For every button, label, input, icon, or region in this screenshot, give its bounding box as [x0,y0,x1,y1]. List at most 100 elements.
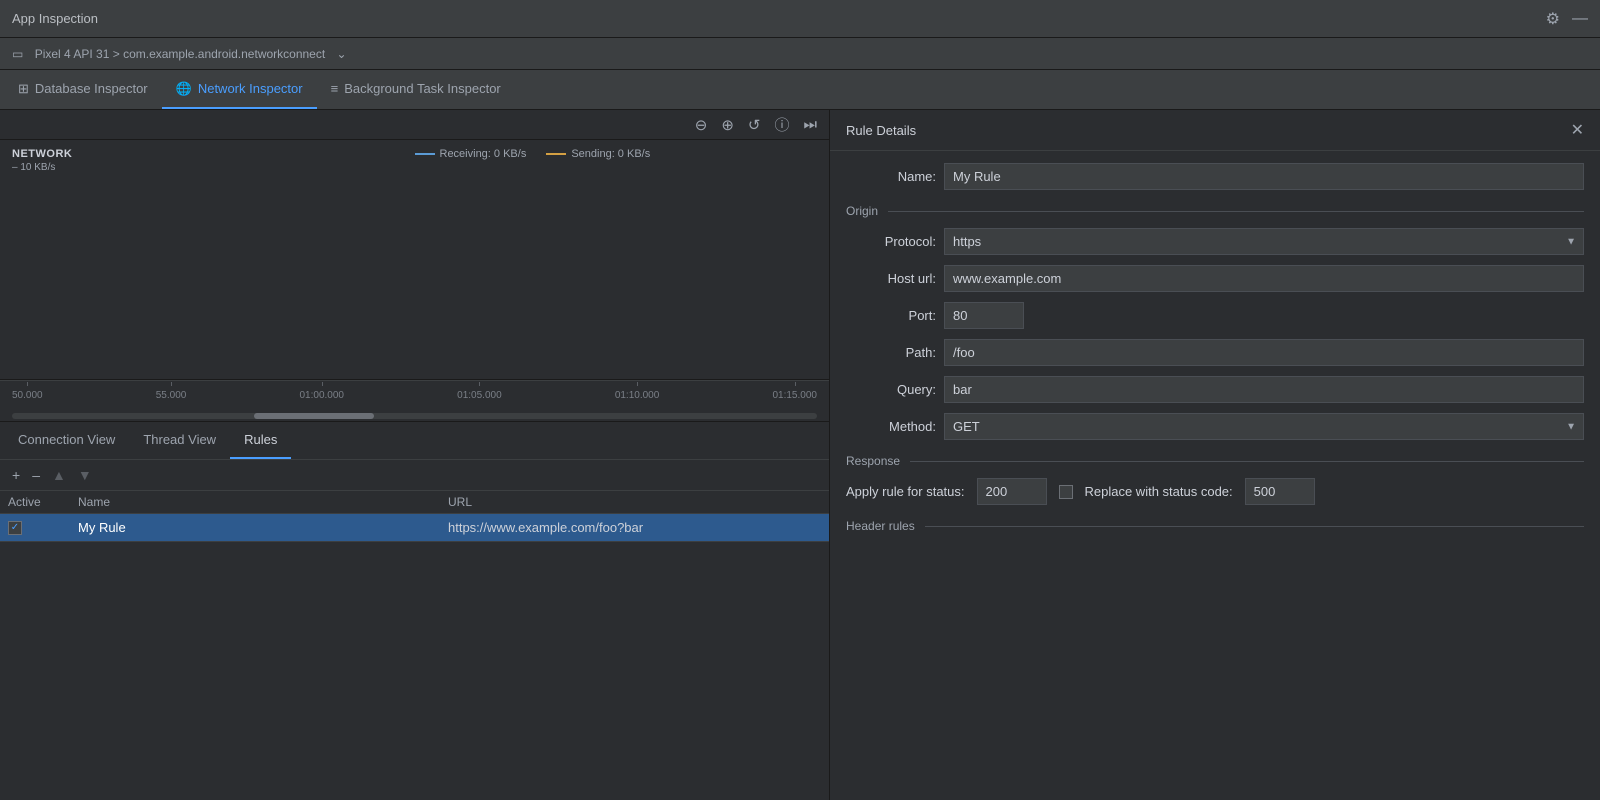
legend-sending: Sending: 0 KB/s [546,148,650,160]
replace-input[interactable] [1245,478,1315,505]
sending-line [546,153,566,155]
replace-checkbox[interactable] [1059,485,1073,499]
path-label: Path: [846,345,936,360]
remove-rule-button[interactable]: – [28,466,44,484]
path-row: Path: [846,339,1584,366]
move-down-button[interactable]: ▼ [74,466,96,484]
table-row[interactable]: ✓ My Rule https://www.example.com/foo?ba… [0,514,829,542]
rule-name: My Rule [78,520,126,535]
zoom-in-button[interactable]: ⊕ [717,114,738,136]
response-section: Response [846,454,1584,468]
method-select-wrapper: GET POST PUT DELETE any ▼ [944,413,1584,440]
host-url-input[interactable] [944,265,1584,292]
tab-network[interactable]: 🌐 Network Inspector [162,70,317,109]
col-name: Name [70,491,440,514]
right-panel: Rule Details ✕ Name: Origin Protocol: ht… [830,110,1600,800]
tab-database[interactable]: ⊞ Database Inspector [4,70,162,109]
rule-url: https://www.example.com/foo?bar [448,520,643,535]
tab-background[interactable]: ≡ Background Task Inspector [317,70,515,109]
path-input[interactable] [944,339,1584,366]
zoom-out-button[interactable]: ⊖ [691,114,712,136]
title-bar: App Inspection ⚙ — [0,0,1600,38]
host-url-label: Host url: [846,271,936,286]
scrollbar-track [12,413,817,419]
reset-button[interactable]: ↺ [744,114,765,136]
rule-details-title: Rule Details [846,123,916,138]
protocol-select[interactable]: https http any [944,228,1584,255]
method-select[interactable]: GET POST PUT DELETE any [944,413,1584,440]
tick-3: 01:05.000 [457,390,502,401]
port-label: Port: [846,308,936,323]
replace-label: Replace with status code: [1085,484,1233,499]
minimize-button[interactable]: — [1572,10,1588,28]
name-row: Name: [846,163,1584,190]
move-up-button[interactable]: ▲ [48,466,70,484]
add-rule-button[interactable]: + [8,466,24,484]
main-area: ⊖ ⊕ ↺ ⓘ ⏭ NETWORK – 10 KB/s Receiving: 0… [0,110,1600,800]
network-chart-scale: – 10 KB/s [12,162,817,173]
network-chart: NETWORK – 10 KB/s Receiving: 0 KB/s Send… [0,140,829,380]
legend-receiving: Receiving: 0 KB/s [415,148,527,160]
protocol-label: Protocol: [846,234,936,249]
apply-rule-input[interactable] [977,478,1047,505]
col-active: Active [0,491,70,514]
rule-url-cell: https://www.example.com/foo?bar [440,514,829,542]
method-label: Method: [846,419,936,434]
rules-label: Rules [244,432,277,447]
connection-view-label: Connection View [18,432,115,447]
header-rules-label: Header rules [846,519,915,533]
name-label: Name: [846,169,936,184]
response-label: Response [846,454,900,468]
col-url: URL [440,491,829,514]
protocol-row: Protocol: https http any ▼ [846,228,1584,255]
background-icon: ≡ [331,81,339,96]
rule-details-header: Rule Details ✕ [830,110,1600,151]
title-bar-right: ⚙ — [1546,9,1588,29]
query-input[interactable] [944,376,1584,403]
rule-active-cell: ✓ [0,514,70,542]
host-url-row: Host url: [846,265,1584,292]
method-row: Method: GET POST PUT DELETE any ▼ [846,413,1584,440]
rules-table: Active Name URL ✓ My Rule htt [0,491,829,800]
port-input[interactable] [944,302,1024,329]
rule-active-checkbox[interactable]: ✓ [8,521,22,535]
skip-button[interactable]: ⏭ [799,114,821,135]
rule-name-cell: My Rule [70,514,440,542]
chart-toolbar: ⊖ ⊕ ↺ ⓘ ⏭ [0,110,829,140]
origin-divider-line [888,211,1584,212]
rule-details-content: Name: Origin Protocol: https http any ▼ [830,151,1600,555]
header-rules-section: Header rules [846,519,1584,533]
database-icon: ⊞ [18,81,29,97]
scrollbar-thumb[interactable] [254,413,375,419]
tab-bar: ⊞ Database Inspector 🌐 Network Inspector… [0,70,1600,110]
protocol-select-wrapper: https http any ▼ [944,228,1584,255]
port-row: Port: [846,302,1584,329]
device-icon: ▭ [12,47,23,61]
tab-network-label: Network Inspector [198,81,303,96]
response-divider-line [910,461,1584,462]
sub-tab-rules[interactable]: Rules [230,422,291,459]
tick-1: 55.000 [156,390,187,401]
settings-icon[interactable]: ⚙ [1546,9,1560,29]
name-input[interactable] [944,163,1584,190]
sending-label: Sending: 0 KB/s [571,148,650,160]
device-chevron: ⌄ [337,47,347,61]
timeline-scrollbar[interactable] [0,410,829,422]
tick-0: 50.000 [12,390,43,401]
network-legend: Receiving: 0 KB/s Sending: 0 KB/s [415,148,651,160]
receiving-label: Receiving: 0 KB/s [440,148,527,160]
sub-tab-thread[interactable]: Thread View [129,422,230,459]
header-rules-divider-line [925,526,1584,527]
app-title: App Inspection [12,11,98,26]
device-text: Pixel 4 API 31 > com.example.android.net… [35,47,326,61]
left-panel: ⊖ ⊕ ↺ ⓘ ⏭ NETWORK – 10 KB/s Receiving: 0… [0,110,830,800]
network-icon: 🌐 [176,81,192,97]
query-row: Query: [846,376,1584,403]
device-info[interactable]: ▭ Pixel 4 API 31 > com.example.android.n… [12,47,347,61]
sub-tab-connection[interactable]: Connection View [4,422,129,459]
response-status-row: Apply rule for status: Replace with stat… [846,478,1584,505]
sub-tab-bar: Connection View Thread View Rules [0,422,829,460]
apply-rule-label: Apply rule for status: [846,484,965,499]
close-rule-details-button[interactable]: ✕ [1571,120,1584,140]
info-button[interactable]: ⓘ [770,112,793,137]
